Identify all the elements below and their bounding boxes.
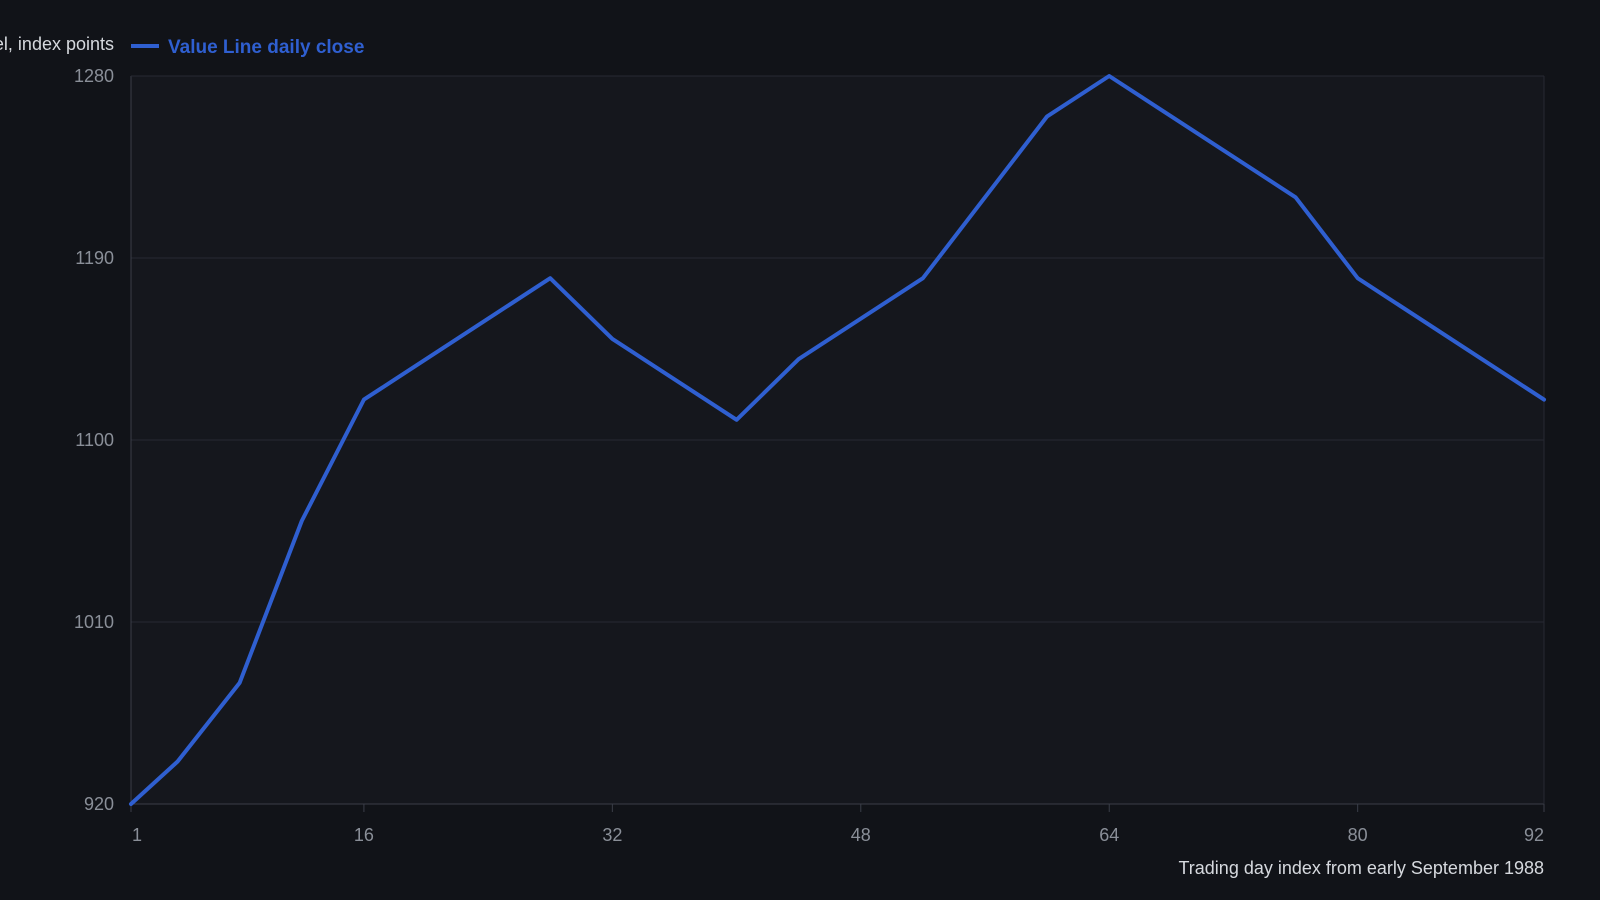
x-tick-label: 92 [1524, 825, 1544, 845]
legend-label: Value Line daily close [168, 37, 364, 58]
x-tick-label: 80 [1348, 825, 1368, 845]
x-tick-label: 64 [1099, 825, 1119, 845]
x-tick-label: 32 [602, 825, 622, 845]
y-tick-label: 1190 [75, 248, 114, 268]
y-tick-label: 920 [84, 794, 114, 814]
x-tick-label: 48 [851, 825, 871, 845]
x-tick-label: 1 [132, 825, 142, 845]
chart-container: 920 1010 1100 1190 1280 1 16 32 48 64 80 92 Value L… [0, 0, 1600, 900]
y-tick-label: 1280 [74, 66, 114, 86]
x-tick-label: 16 [354, 825, 374, 845]
y-tick-label: 1100 [75, 430, 114, 450]
line-chart: 920 1010 1100 1190 1280 1 16 32 48 64 80 92 Value L… [0, 34, 1546, 878]
legend: Value Line daily close [131, 37, 364, 58]
x-axis-title: Trading day index from early September 1… [1178, 858, 1544, 878]
y-tick-label: 1010 [74, 612, 114, 632]
y-axis-title: Value Line index level, index points [0, 34, 114, 54]
